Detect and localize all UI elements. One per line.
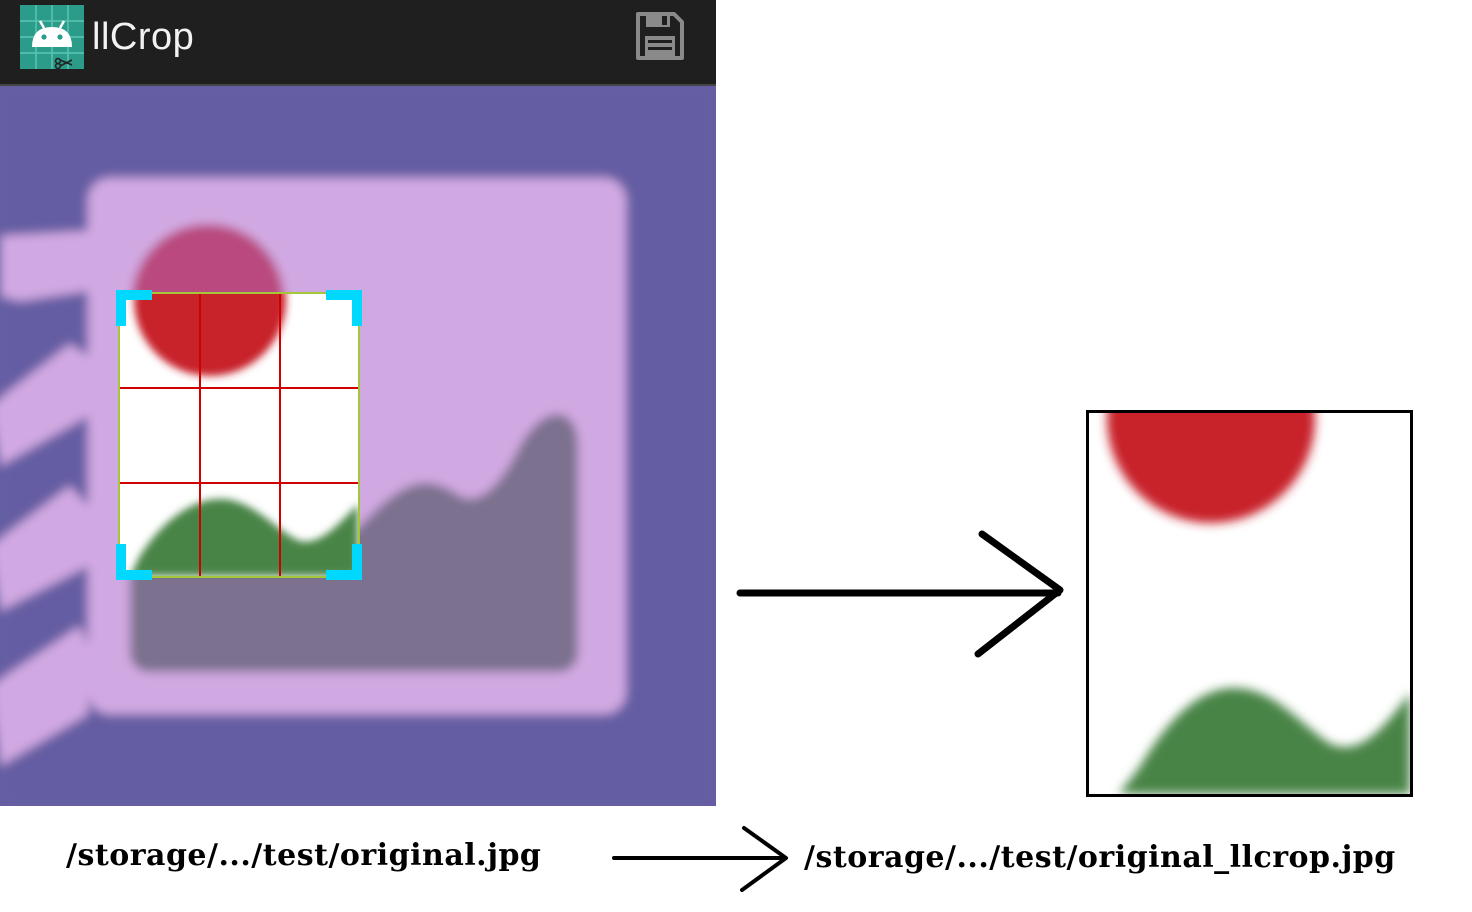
arrow-right-icon	[612, 826, 788, 892]
crop-selection[interactable]	[116, 290, 362, 580]
cropped-result-content	[1089, 413, 1410, 794]
arrow-right-icon	[736, 530, 1064, 658]
crop-preview	[120, 294, 358, 576]
image-canvas[interactable]	[0, 86, 716, 806]
crop-grid-line	[279, 294, 281, 576]
crop-handle-bottom-left[interactable]	[116, 544, 152, 580]
cropped-result-image	[1086, 410, 1413, 797]
output-file-path: /storage/.../test/original_llcrop.jpg	[804, 840, 1396, 875]
app-launcher-icon	[20, 5, 84, 69]
crop-grid-line	[199, 294, 201, 576]
save-icon[interactable]	[634, 10, 686, 62]
app-title: llCrop	[92, 16, 195, 58]
crop-grid-line	[120, 387, 358, 389]
action-bar: llCrop	[0, 0, 716, 86]
source-file-path: /storage/.../test/original.jpg	[66, 838, 542, 873]
crop-handle-top-right[interactable]	[326, 290, 362, 326]
crop-handle-top-left[interactable]	[116, 290, 152, 326]
crop-handle-bottom-right[interactable]	[326, 544, 362, 580]
crop-grid-line	[120, 482, 358, 484]
app-window: llCrop	[0, 0, 716, 806]
